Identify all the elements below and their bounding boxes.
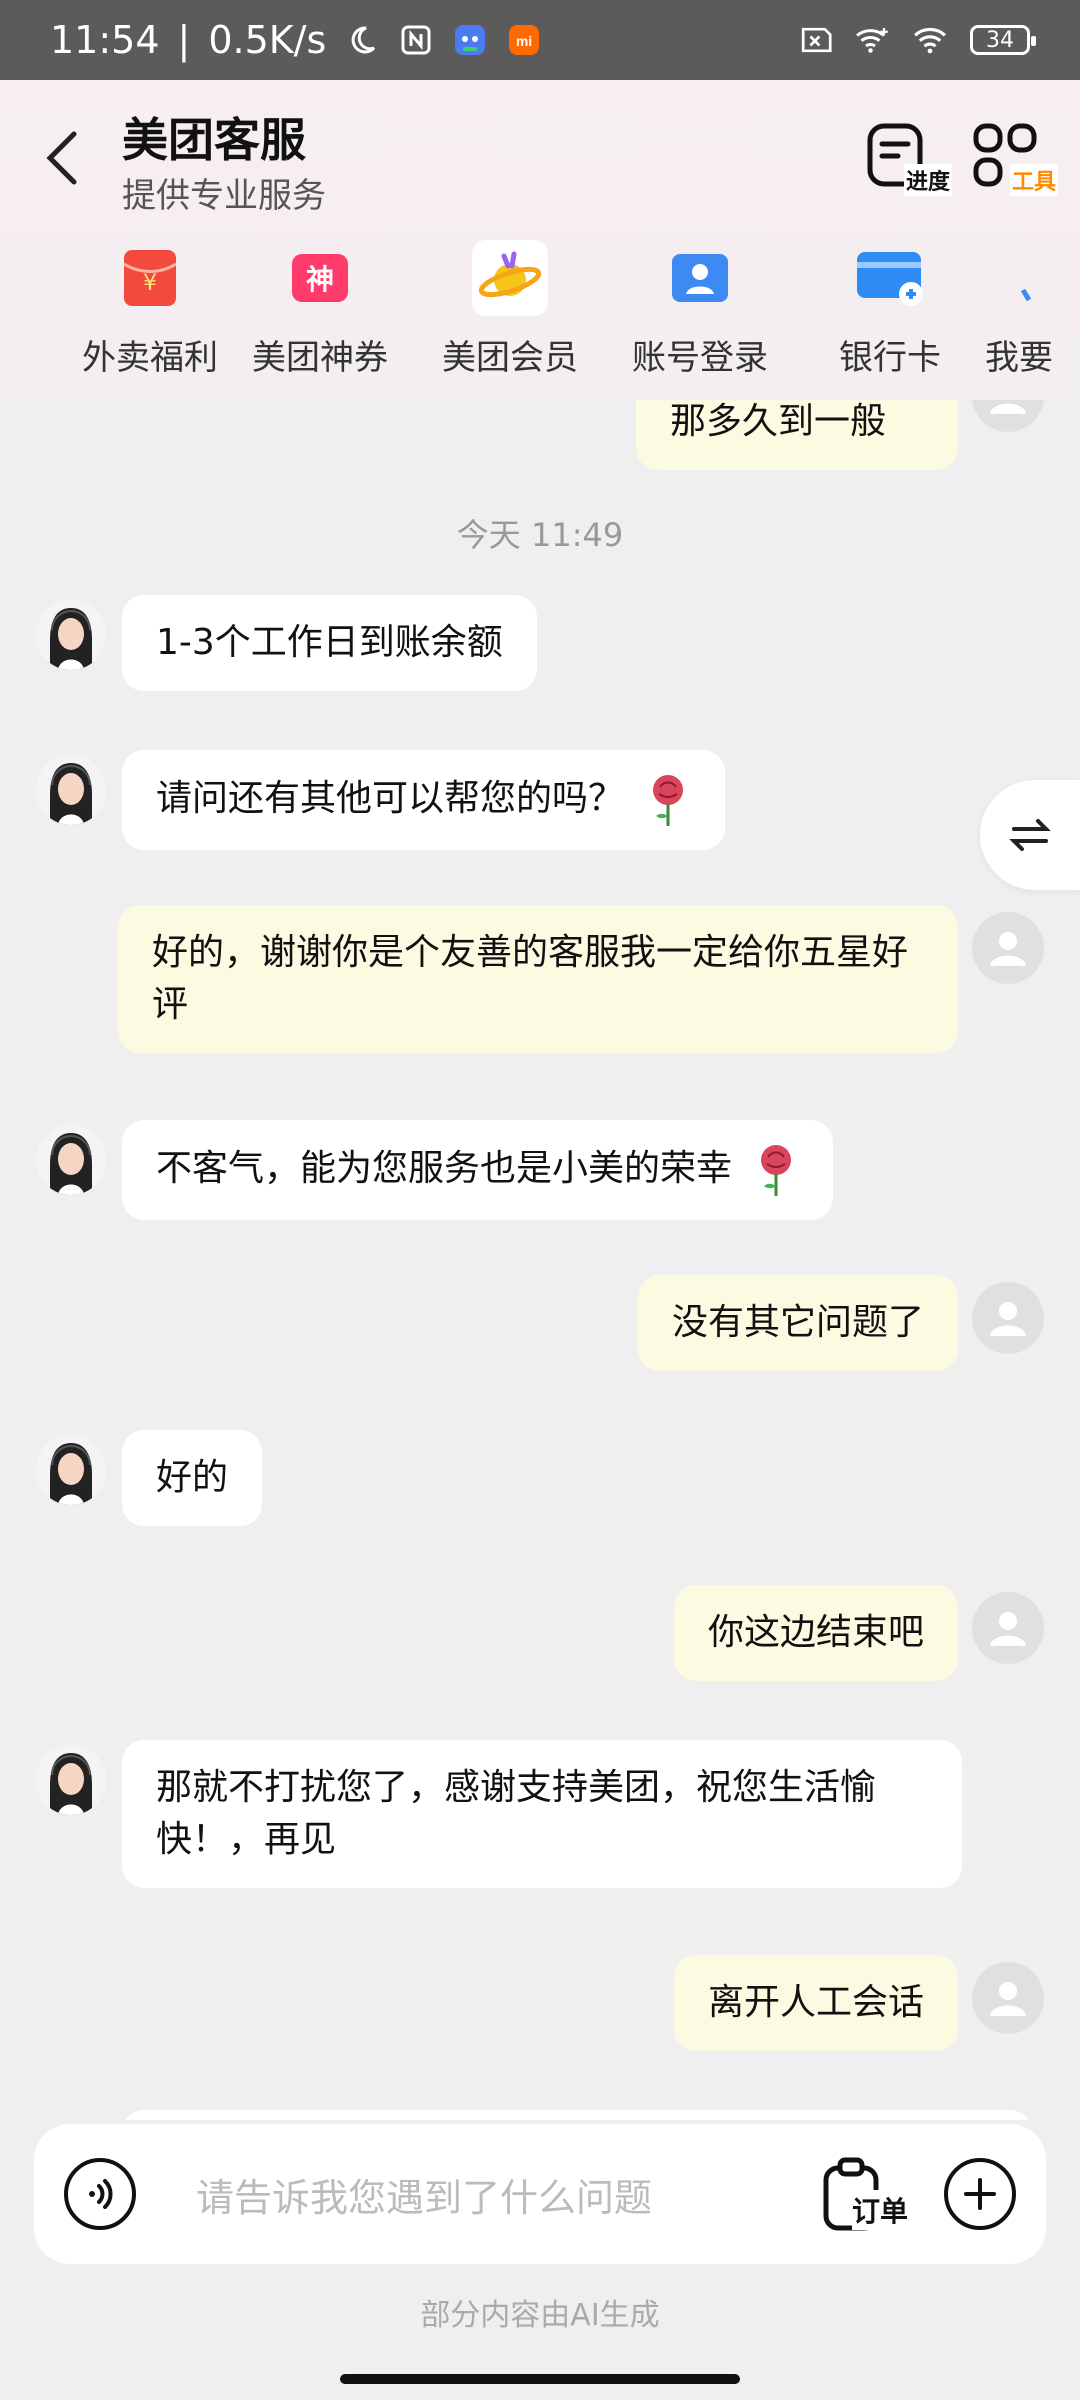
nfc-icon bbox=[398, 22, 434, 58]
agent-avatar[interactable] bbox=[36, 600, 106, 670]
account-icon bbox=[662, 240, 738, 316]
progress-label: 进度 bbox=[903, 164, 952, 196]
user-silhouette-icon bbox=[990, 1302, 1026, 1336]
user-avatar[interactable] bbox=[972, 912, 1044, 984]
sim-off-icon bbox=[796, 22, 832, 58]
svg-text:¥: ¥ bbox=[143, 271, 157, 296]
user-avatar[interactable] bbox=[972, 1962, 1044, 2034]
message-text: 没有其它问题了 bbox=[671, 1302, 924, 1343]
user-silhouette-icon bbox=[990, 1612, 1026, 1646]
quick-item-bank-card[interactable]: 银行卡 bbox=[795, 240, 985, 390]
message-input[interactable]: 请告诉我您遇到了什么问题 bbox=[196, 2167, 820, 2222]
back-button[interactable] bbox=[38, 128, 88, 188]
user-avatar[interactable] bbox=[972, 1282, 1044, 1354]
page-subtitle: 提供专业服务 bbox=[122, 176, 326, 216]
user-avatar[interactable] bbox=[972, 400, 1044, 432]
message-text: 请问还有其他可以帮您的吗？ bbox=[156, 778, 625, 819]
member-planet-icon bbox=[472, 240, 548, 316]
add-attachment-button[interactable] bbox=[944, 2158, 1016, 2230]
message-text: 那多久到一般 bbox=[670, 401, 887, 442]
quick-item-label: 美团会员 bbox=[442, 338, 578, 378]
app-notification-icon bbox=[452, 22, 488, 58]
network-speed: 0.5K/s bbox=[208, 18, 327, 62]
chat-bubble-agent: 不客气，能为您服务也是小美的荣幸 bbox=[122, 1120, 834, 1220]
progress-button[interactable]: 进度 bbox=[864, 120, 952, 200]
mi-icon: mi bbox=[506, 22, 542, 58]
order-button[interactable]: 订单 bbox=[820, 2154, 908, 2234]
chat-bubble-agent: 那就不打扰您了，感谢支持美团，祝您生活愉快！，再见 bbox=[122, 1740, 962, 1888]
order-label: 订单 bbox=[851, 2190, 908, 2230]
message-text: 你这边结束吧 bbox=[707, 1612, 924, 1653]
voice-input-button[interactable] bbox=[64, 2158, 136, 2230]
chat-bubble-user: 没有其它问题了 bbox=[637, 1275, 958, 1371]
chat-header: 美团客服 提供专业服务 进度 工具 ¥ 外卖福利 神 美团神券 美团会员 账号登… bbox=[0, 80, 1080, 400]
agent-avatar[interactable] bbox=[36, 1125, 106, 1195]
coupon-icon: 神 bbox=[282, 240, 358, 316]
agent-avatar[interactable] bbox=[36, 755, 106, 825]
message-text: 1-3个工作日到账余额 bbox=[156, 622, 503, 663]
red-envelope-icon: ¥ bbox=[112, 240, 188, 316]
quick-item-label: 账号登录 bbox=[632, 338, 768, 378]
quick-item-more[interactable]: 我要 bbox=[985, 240, 1080, 390]
user-silhouette-icon bbox=[990, 403, 1026, 414]
chat-bubble-agent-partial bbox=[122, 2110, 1032, 2120]
chat-messages[interactable]: 那多久到一般 今天 11:49 1-3个工作日到账余额 请问还有其他可以帮您的吗… bbox=[0, 400, 1080, 2120]
swap-arrows-icon bbox=[1009, 819, 1051, 851]
svg-text:mi: mi bbox=[516, 33, 532, 49]
user-silhouette-icon bbox=[990, 932, 1026, 966]
time-separator: 今天 11:49 bbox=[456, 516, 624, 554]
quick-item-label: 美团神券 bbox=[252, 338, 388, 378]
rose-icon bbox=[761, 1145, 792, 1196]
message-text: 离开人工会话 bbox=[707, 1982, 924, 2023]
bank-card-icon bbox=[852, 240, 928, 316]
chevron-left-icon bbox=[46, 131, 77, 185]
chat-bubble-user: 那多久到一般 bbox=[636, 400, 958, 470]
page-title: 美团客服 bbox=[122, 113, 306, 167]
home-indicator[interactable] bbox=[340, 2374, 740, 2384]
quick-item-membership[interactable]: 美团会员 bbox=[415, 240, 605, 390]
wifi-icon bbox=[912, 22, 948, 58]
agent-avatar[interactable] bbox=[36, 1435, 106, 1505]
voice-wave-icon bbox=[89, 2179, 113, 2209]
wifi-plus-icon bbox=[854, 22, 890, 58]
quick-item-label: 我要 bbox=[985, 338, 1053, 378]
user-avatar[interactable] bbox=[972, 1592, 1044, 1664]
chat-bubble-agent: 1-3个工作日到账余额 bbox=[122, 595, 537, 691]
battery-indicator: 34 bbox=[970, 25, 1036, 55]
rose-icon bbox=[653, 775, 684, 826]
message-input-bar: 请告诉我您遇到了什么问题 订单 bbox=[34, 2124, 1046, 2264]
quick-item-account-login[interactable]: 账号登录 bbox=[605, 240, 795, 390]
message-text: 好的，谢谢你是个友善的客服我一定给你五星好评 bbox=[152, 932, 909, 1025]
message-text: 那就不打扰您了，感谢支持美团，祝您生活愉快！，再见 bbox=[156, 1767, 877, 1860]
user-silhouette-icon bbox=[990, 1982, 1026, 2016]
chat-bubble-agent: 请问还有其他可以帮您的吗？ bbox=[122, 750, 726, 850]
message-text: 好的 bbox=[156, 1457, 229, 1498]
quick-actions-row: ¥ 外卖福利 神 美团神券 美团会员 账号登录 银行卡 我要 bbox=[0, 240, 1080, 390]
ai-disclaimer: 部分内容由AI生成 bbox=[420, 2298, 660, 2333]
tools-button[interactable]: 工具 bbox=[970, 120, 1058, 200]
quick-item-takeout-benefits[interactable]: ¥ 外卖福利 bbox=[75, 240, 225, 390]
switch-toggle-button[interactable] bbox=[980, 780, 1080, 890]
svg-text:神: 神 bbox=[306, 263, 334, 296]
plus-icon bbox=[964, 2178, 996, 2210]
tools-label: 工具 bbox=[1009, 164, 1058, 196]
chat-bubble-user: 离开人工会话 bbox=[673, 1955, 958, 2051]
moon-icon bbox=[344, 22, 380, 58]
chat-bubble-agent: 好的 bbox=[122, 1430, 263, 1526]
message-text: 不客气，能为您服务也是小美的荣幸 bbox=[156, 1148, 733, 1189]
quick-item-coupons[interactable]: 神 美团神券 bbox=[225, 240, 415, 390]
agent-avatar[interactable] bbox=[36, 1745, 106, 1815]
status-divider: | bbox=[177, 18, 191, 62]
quick-item-label: 银行卡 bbox=[839, 338, 941, 378]
chat-bubble-user: 你这边结束吧 bbox=[673, 1585, 958, 1681]
more-icon bbox=[985, 240, 1061, 316]
status-time: 11:54 bbox=[50, 18, 160, 62]
quick-item-label: 外卖福利 bbox=[82, 338, 218, 378]
status-bar: 11:54 | 0.5K/s mi 34 bbox=[0, 0, 1080, 80]
chat-bubble-user: 好的，谢谢你是个友善的客服我一定给你五星好评 bbox=[118, 905, 958, 1053]
